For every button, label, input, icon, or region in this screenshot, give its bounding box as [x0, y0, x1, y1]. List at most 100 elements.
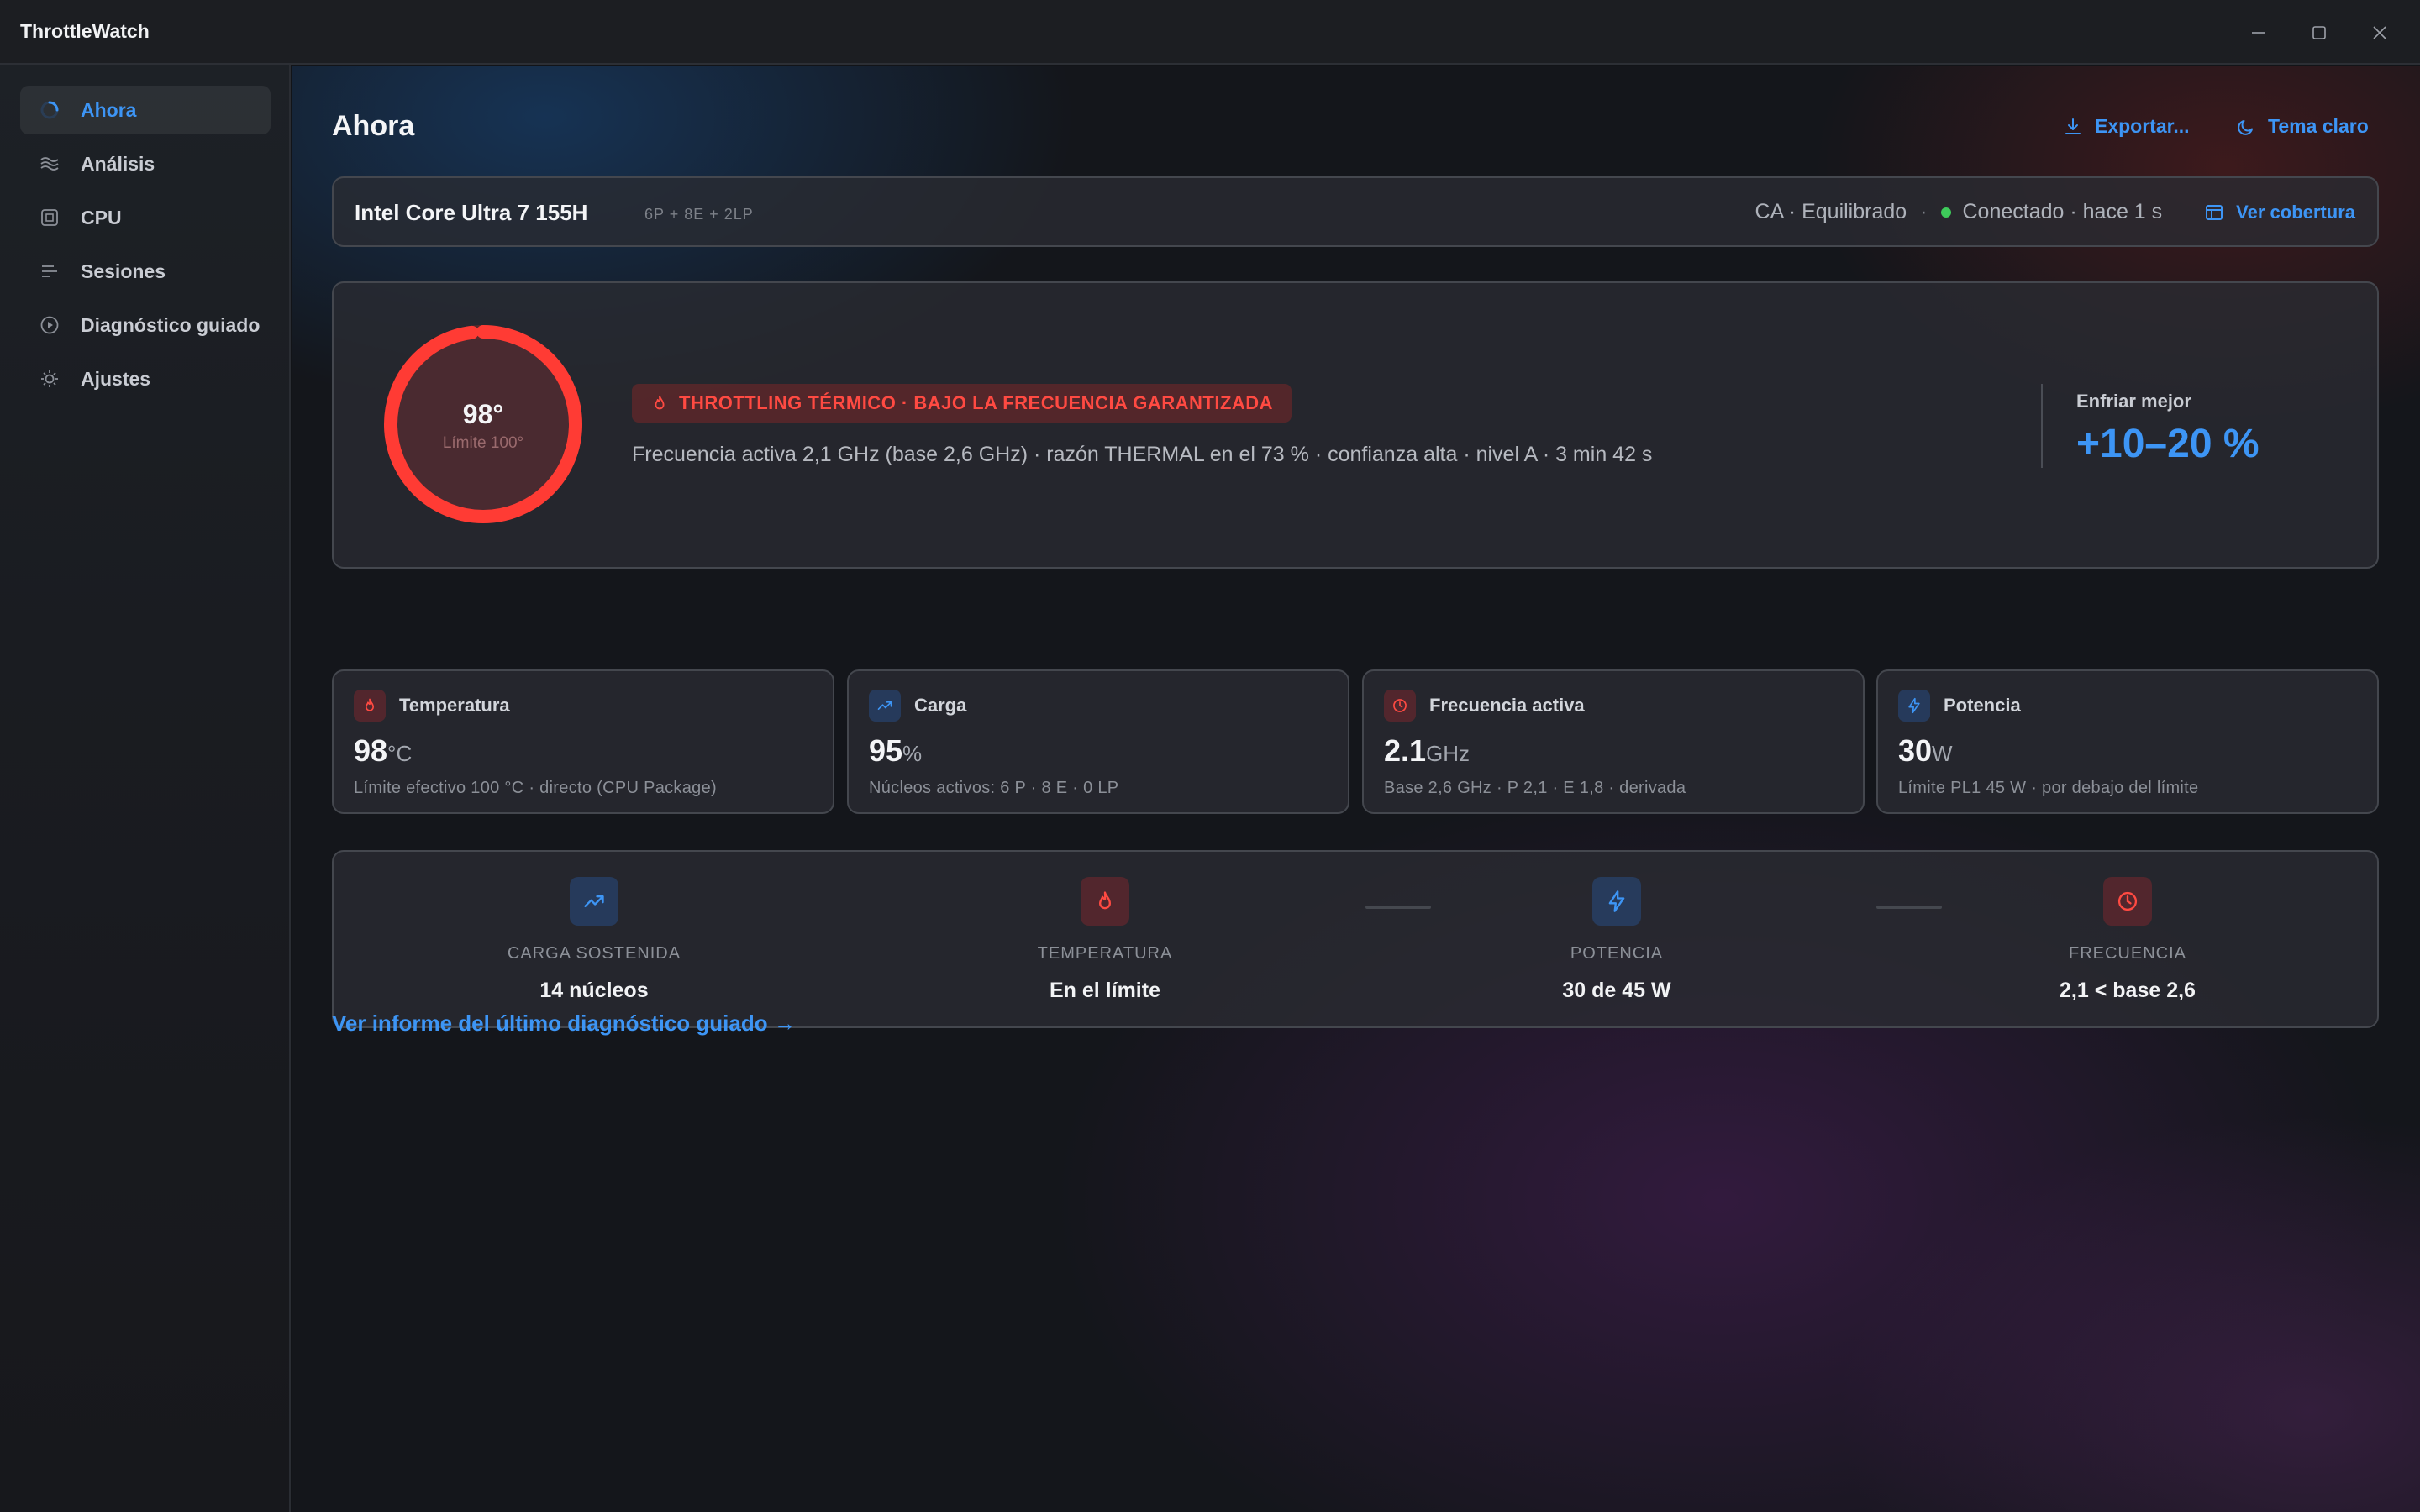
throttling-alert-badge: THROTTLING TÉRMICO · BAJO LA FRECUENCIA … — [632, 384, 1292, 423]
pipeline-stage-temperatura: TEMPERATURA En el límite — [937, 877, 1273, 1003]
pipeline-stage-carga: CARGA SOSTENIDA 14 núcleos — [426, 877, 762, 1003]
theme-toggle-button[interactable]: Tema claro — [2236, 115, 2369, 138]
flame-icon — [354, 690, 386, 722]
app-title: ThrottleWatch — [20, 20, 150, 42]
sidebar-item-analisis[interactable]: Análisis — [20, 139, 271, 188]
maximize-icon — [2312, 25, 2326, 39]
gauge-value: 98° — [462, 399, 504, 429]
metric-unit: GHz — [1426, 741, 1470, 766]
page-title: Ahora — [332, 110, 415, 142]
improvement-value: +10–20 % — [2076, 422, 2260, 466]
stage-label: POTENCIA — [1570, 944, 1664, 963]
sidebar-item-label: CPU — [81, 206, 122, 228]
flame-icon — [655, 395, 665, 410]
metric-unit: °C — [387, 741, 413, 766]
play-circle-icon — [39, 314, 60, 336]
stage-label: TEMPERATURA — [1037, 944, 1173, 963]
connection-status: Conectado · hace 1 s — [1962, 200, 2163, 223]
sidebar-item-label: Ahora — [81, 98, 137, 121]
stage-value: 2,1 < base 2,6 — [2060, 979, 2196, 1002]
sidebar-item-ahora[interactable]: Ahora — [20, 86, 271, 134]
metric-value: 30W — [1898, 733, 1953, 768]
metric-label: Potencia — [1944, 695, 2021, 716]
clock-icon — [2103, 877, 2152, 926]
sidebar-item-ajustes[interactable]: Ajustes — [20, 354, 271, 403]
cpu-name: Intel Core Ultra 7 155H — [355, 200, 588, 225]
metric-description: Núcleos activos: 6 P · 8 E · 0 LP — [869, 779, 1119, 797]
moon-icon — [2238, 119, 2253, 135]
stage-value: 30 de 45 W — [1562, 979, 1671, 1002]
maximize-button[interactable] — [2289, 0, 2349, 65]
spinner-icon — [39, 99, 60, 121]
metric-description: Base 2,6 GHz · P 2,1 · E 1,8 · derivada — [1384, 779, 1686, 797]
stage-label: FRECUENCIA — [2068, 944, 2186, 963]
close-button[interactable] — [2349, 0, 2410, 65]
sidebar-item-sesiones[interactable]: Sesiones — [20, 247, 271, 296]
metric-card-frecuencia: Frecuencia activa 2.1GHz Base 2,6 GHz · … — [1362, 669, 1865, 814]
sidebar-item-cpu[interactable]: CPU — [20, 193, 271, 242]
layout-icon — [2206, 204, 2223, 220]
sun-gear-icon — [39, 368, 60, 390]
metric-description: Límite efectivo 100 °C · directo (CPU Pa… — [354, 779, 717, 797]
minimize-button[interactable] — [2228, 0, 2289, 65]
metric-card-potencia: Potencia 30W Límite PL1 45 W · por debaj… — [1876, 669, 2379, 814]
metric-description: Límite PL1 45 W · por debajo del límite — [1898, 779, 2199, 797]
minimize-icon — [2252, 31, 2265, 34]
alert-text: THROTTLING TÉRMICO · BAJO LA FRECUENCIA … — [679, 392, 1274, 413]
main-content: Ahora Exportar... Tema claro Intel Core … — [292, 66, 2420, 1512]
status-hero-card: 98° Límite 100° THROTTLING TÉRMICO · BAJ… — [332, 281, 2379, 569]
bolt-icon — [1898, 690, 1930, 722]
diagnosis-pipeline: CARGA SOSTENIDA 14 núcleos TEMPERATURA E… — [332, 850, 2379, 1028]
metric-unit: W — [1932, 741, 1953, 766]
sidebar-item-label: Análisis — [81, 152, 155, 175]
theme-label: Tema claro — [2268, 115, 2369, 137]
sidebar-item-label: Ajustes — [81, 367, 151, 390]
gauge-limit: Límite 100° — [442, 434, 524, 452]
stage-value: En el límite — [1050, 979, 1160, 1002]
metric-value: 95% — [869, 733, 923, 768]
title-bar: ThrottleWatch — [0, 0, 2420, 65]
clock-icon — [1384, 690, 1416, 722]
waves-icon — [39, 153, 60, 175]
coverage-button[interactable]: Ver cobertura — [2204, 202, 2355, 223]
pipeline-stage-potencia: POTENCIA 30 de 45 W — [1449, 877, 1785, 1003]
chip-icon — [39, 207, 60, 228]
pipeline-connector — [1876, 906, 1942, 909]
last-report-link[interactable]: Ver informe del último diagnóstico guiad… — [332, 1011, 796, 1037]
download-icon — [2065, 118, 2081, 134]
trend-icon — [570, 877, 618, 926]
metric-value: 98°C — [354, 733, 413, 768]
sidebar-item-label: Sesiones — [81, 260, 166, 282]
cpu-status: CA · Equilibrado · Conectado · hace 1 s … — [1755, 200, 2355, 224]
improvement-label: Enfriar mejor — [2076, 391, 2191, 412]
list-icon — [39, 260, 60, 282]
metric-unit: % — [902, 741, 923, 766]
pipeline-stage-frecuencia: FRECUENCIA 2,1 < base 2,6 — [1960, 877, 2296, 1003]
metric-card-carga: Carga 95% Núcleos activos: 6 P · 8 E · 0… — [847, 669, 1349, 814]
metric-label: Frecuencia activa — [1429, 695, 1585, 716]
export-label: Exportar... — [2095, 115, 2190, 137]
sidebar-item-label: Diagnóstico guiado — [81, 313, 260, 336]
throttling-description: Frecuencia activa 2,1 GHz (base 2,6 GHz)… — [632, 443, 1653, 466]
sidebar-item-diagnostico[interactable]: Diagnóstico guiado — [20, 301, 271, 349]
metric-value: 2.1GHz — [1384, 733, 1470, 768]
close-icon — [2373, 25, 2386, 39]
sidebar: Ahora Análisis CPU Sesiones Diagnóstico … — [0, 65, 291, 1512]
export-button[interactable]: Exportar... — [2063, 115, 2189, 138]
trend-icon — [869, 690, 901, 722]
bolt-icon — [1592, 877, 1641, 926]
stage-label: CARGA SOSTENIDA — [507, 944, 681, 963]
metric-card-temperatura: Temperatura 98°C Límite efectivo 100 °C … — [332, 669, 834, 814]
coverage-label: Ver cobertura — [2236, 201, 2355, 223]
cpu-cores: 6P + 8E + 2LP — [644, 206, 754, 223]
metric-label: Carga — [914, 695, 967, 716]
metric-label: Temperatura — [399, 695, 510, 716]
flame-icon — [1081, 877, 1129, 926]
cpu-info-bar: Intel Core Ultra 7 155H 6P + 8E + 2LP CA… — [332, 176, 2379, 247]
status-separator: · — [1920, 200, 1928, 223]
power-mode: CA · Equilibrado — [1754, 200, 1907, 223]
stage-value: 14 núcleos — [539, 979, 649, 1002]
hero-divider — [2041, 384, 2043, 468]
connected-dot-icon — [1940, 207, 1951, 218]
pipeline-connector — [1365, 906, 1431, 909]
